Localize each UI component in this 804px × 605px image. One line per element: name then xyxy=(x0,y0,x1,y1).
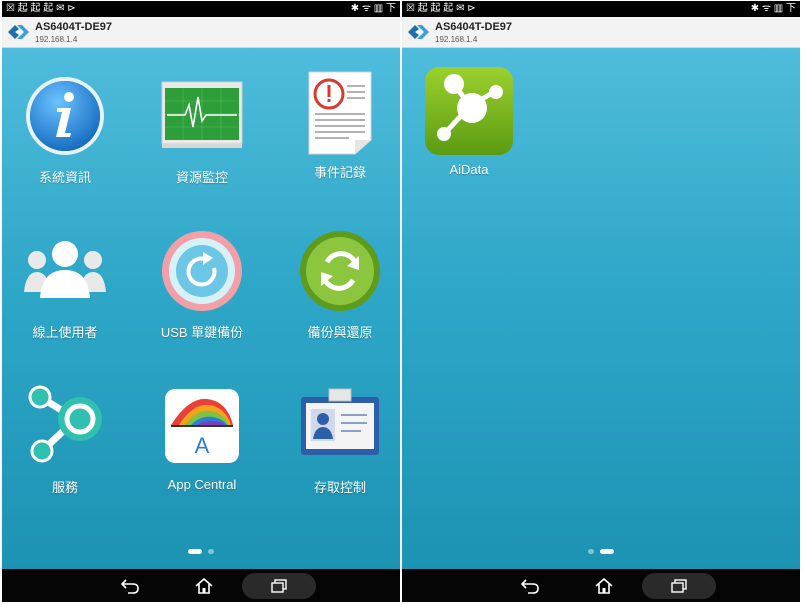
device-name: AS6404T-DE97 xyxy=(435,21,513,33)
back-icon xyxy=(120,579,139,594)
info-icon xyxy=(24,75,106,157)
page-dot-2 xyxy=(600,549,614,555)
app-label: USB 單鍵備份 xyxy=(160,325,244,340)
recent-apps-icon xyxy=(271,579,287,593)
aidata-icon xyxy=(424,66,514,156)
status-indicators: ✱ ᯤ ▥ 下 xyxy=(750,3,796,14)
app-label: 資源監控 xyxy=(175,170,228,185)
asustor-logo-icon xyxy=(408,25,429,39)
app-header: AS6404T-DE97 192.168.1.4 xyxy=(402,17,800,48)
app-app-central[interactable]: A App Central xyxy=(147,385,257,492)
status-bar: ☒ 起 起 起 ✉ ⊳ ✱ ᯤ ▥ 下 xyxy=(2,1,400,17)
page-indicator xyxy=(402,543,800,561)
app-access-control[interactable]: 存取控制 xyxy=(285,385,395,496)
app-label: 事件記錄 xyxy=(313,165,366,180)
app-resource-monitor[interactable]: 資源監控 xyxy=(147,75,257,186)
app-system-info[interactable]: 系統資訊 xyxy=(10,75,120,186)
app-label: 系統資訊 xyxy=(38,170,91,185)
app-label: AiData xyxy=(449,162,489,177)
app-backup-restore[interactable]: 備份與還原 xyxy=(285,230,395,341)
app-label: 備份與還原 xyxy=(307,325,373,340)
navigation-bar xyxy=(2,570,400,602)
device-name: AS6404T-DE97 xyxy=(35,21,113,33)
access-control-icon xyxy=(299,385,381,467)
app-usb-backup[interactable]: USB 單鍵備份 xyxy=(147,230,257,341)
page-indicator xyxy=(2,543,400,561)
status-indicators: ✱ ᯤ ▥ 下 xyxy=(350,3,396,14)
status-bar: ☒ 起 起 起 ✉ ⊳ ✱ ᯤ ▥ 下 xyxy=(402,1,800,17)
online-users-icon xyxy=(24,230,106,312)
phone-screen-right: ☒ 起 起 起 ✉ ⊳ ✱ ᯤ ▥ 下 AS6404T-DE97 192.168… xyxy=(402,1,800,602)
back-icon xyxy=(520,579,539,594)
phone-screen-left: ☒ 起 起 起 ✉ ⊳ ✱ ᯤ ▥ 下 AS6404T-DE97 192.168… xyxy=(2,1,400,602)
home-button[interactable] xyxy=(574,570,634,602)
svg-text:A: A xyxy=(195,433,210,458)
device-ip: 192.168.1.4 xyxy=(435,35,478,44)
backup-restore-icon xyxy=(299,230,381,312)
navigation-bar xyxy=(402,570,800,602)
home-icon xyxy=(195,578,213,594)
event-log-icon xyxy=(299,70,381,156)
app-grid: AiData xyxy=(402,48,800,569)
asustor-logo-icon xyxy=(8,25,29,39)
page-dot-1 xyxy=(188,549,202,555)
device-ip: 192.168.1.4 xyxy=(35,35,78,44)
app-grid: 系統資訊 資源監控 事件記錄 線上使用者 USB 單鍵備份 備份與還原 服務 A… xyxy=(2,48,400,569)
recent-apps-button[interactable] xyxy=(642,573,716,599)
app-central-icon: A xyxy=(161,385,243,467)
app-online-users[interactable]: 線上使用者 xyxy=(10,230,120,341)
app-label: 存取控制 xyxy=(313,480,366,495)
app-aidata[interactable]: AiData xyxy=(414,66,524,177)
app-label: 服務 xyxy=(51,480,78,495)
page-dot-1 xyxy=(588,549,594,555)
usb-backup-icon xyxy=(161,230,243,312)
home-button[interactable] xyxy=(174,570,234,602)
back-button[interactable] xyxy=(500,570,560,602)
app-label: 線上使用者 xyxy=(32,325,98,340)
page-dot-2 xyxy=(208,549,214,555)
recent-apps-icon xyxy=(671,579,687,593)
resource-monitor-icon xyxy=(161,75,243,157)
status-notifications: ☒ 起 起 起 ✉ ⊳ xyxy=(406,3,476,14)
app-services[interactable]: 服務 xyxy=(10,385,120,496)
services-icon xyxy=(24,385,106,467)
recent-apps-button[interactable] xyxy=(242,573,316,599)
back-button[interactable] xyxy=(100,570,160,602)
status-notifications: ☒ 起 起 起 ✉ ⊳ xyxy=(6,3,76,14)
app-header: AS6404T-DE97 192.168.1.4 xyxy=(2,17,400,48)
app-label: App Central xyxy=(167,477,237,492)
app-event-log[interactable]: 事件記錄 xyxy=(285,70,395,181)
home-icon xyxy=(595,578,613,594)
